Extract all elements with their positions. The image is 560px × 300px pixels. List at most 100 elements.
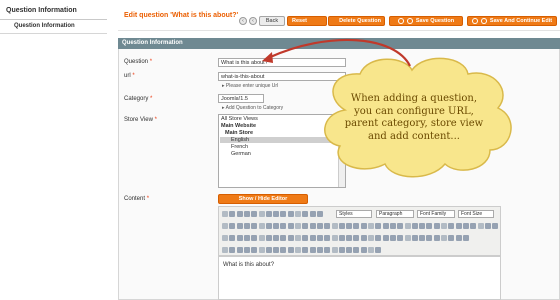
toolbar-button-icon[interactable] bbox=[280, 211, 287, 217]
toolbar-button-icon[interactable] bbox=[397, 235, 404, 241]
toolbar-button-icon[interactable] bbox=[426, 235, 433, 241]
toolbar-button-icon[interactable] bbox=[448, 235, 455, 241]
toolbar-button-icon[interactable] bbox=[375, 247, 382, 253]
toolbar-button-icon[interactable] bbox=[273, 247, 280, 253]
url-input[interactable]: what-is-this-about bbox=[218, 72, 346, 81]
toolbar-button-icon[interactable] bbox=[265, 211, 272, 217]
toolbar-button-icon[interactable] bbox=[243, 235, 250, 241]
toolbar-button-icon[interactable] bbox=[280, 223, 287, 229]
show-hide-editor-button[interactable]: Show / Hide Editor bbox=[218, 194, 308, 204]
toolbar-button-icon[interactable] bbox=[280, 235, 287, 241]
toolbar-button-icon[interactable] bbox=[309, 247, 316, 253]
toolbar-button-icon[interactable] bbox=[426, 223, 433, 229]
format-dropdown[interactable]: Paragraph bbox=[376, 210, 414, 218]
toolbar-button-icon[interactable] bbox=[280, 247, 287, 253]
toolbar-button-icon[interactable] bbox=[324, 247, 331, 253]
toolbar-button-icon[interactable] bbox=[368, 247, 374, 253]
store-view-select[interactable]: All Store Views Main Website Main Store … bbox=[218, 114, 346, 188]
toolbar-button-icon[interactable] bbox=[389, 223, 396, 229]
toolbar-button-icon[interactable] bbox=[222, 223, 228, 229]
toolbar-button-icon[interactable] bbox=[331, 235, 338, 241]
toolbar-button-icon[interactable] bbox=[448, 223, 455, 229]
toolbar-button-icon[interactable] bbox=[302, 247, 309, 253]
toolbar-button-icon[interactable] bbox=[382, 223, 389, 229]
toolbar-button-icon[interactable] bbox=[375, 223, 382, 229]
toolbar-button-icon[interactable] bbox=[346, 223, 353, 229]
toolbar-button-icon[interactable] bbox=[397, 223, 404, 229]
toolbar-button-icon[interactable] bbox=[222, 211, 228, 217]
toolbar-button-icon[interactable] bbox=[251, 223, 258, 229]
toolbar-button-icon[interactable] bbox=[273, 235, 280, 241]
toolbar-button-icon[interactable] bbox=[338, 235, 345, 241]
delete-question-button[interactable]: Delete Question bbox=[328, 16, 385, 26]
toolbar-button-icon[interactable] bbox=[455, 223, 462, 229]
toolbar-button-icon[interactable] bbox=[287, 223, 294, 229]
toolbar-button-icon[interactable] bbox=[470, 223, 477, 229]
toolbar-button-icon[interactable] bbox=[368, 223, 374, 229]
styles-dropdown[interactable]: Styles bbox=[336, 210, 372, 218]
toolbar-button-icon[interactable] bbox=[331, 247, 338, 253]
toolbar-button-icon[interactable] bbox=[368, 235, 374, 241]
toolbar-button-icon[interactable] bbox=[295, 235, 301, 241]
toolbar-button-icon[interactable] bbox=[265, 223, 272, 229]
toolbar-button-icon[interactable] bbox=[353, 247, 360, 253]
toolbar-button-icon[interactable] bbox=[295, 211, 301, 217]
toolbar-button-icon[interactable] bbox=[222, 235, 228, 241]
back-arrow-icon-2[interactable]: ‹ bbox=[249, 17, 257, 25]
toolbar-button-icon[interactable] bbox=[243, 223, 250, 229]
category-select[interactable]: Joomla!1.5 bbox=[218, 94, 264, 103]
content-editor[interactable]: What is this about? bbox=[218, 256, 501, 300]
toolbar-button-icon[interactable] bbox=[229, 211, 236, 217]
toolbar-button-icon[interactable] bbox=[455, 235, 462, 241]
toolbar-button-icon[interactable] bbox=[236, 223, 243, 229]
tab-question-information[interactable]: Question Information bbox=[0, 20, 107, 34]
toolbar-button-icon[interactable] bbox=[265, 247, 272, 253]
toolbar-button-icon[interactable] bbox=[302, 211, 309, 217]
toolbar-button-icon[interactable] bbox=[236, 211, 243, 217]
save-question-button[interactable]: Save Question bbox=[389, 16, 463, 26]
toolbar-button-icon[interactable] bbox=[411, 223, 418, 229]
store-option-selected[interactable]: English bbox=[220, 137, 339, 143]
save-continue-button[interactable]: Save And Continue Edit bbox=[467, 16, 557, 26]
toolbar-button-icon[interactable] bbox=[411, 235, 418, 241]
toolbar-button-icon[interactable] bbox=[346, 247, 353, 253]
toolbar-button-icon[interactable] bbox=[309, 235, 316, 241]
toolbar-button-icon[interactable] bbox=[360, 247, 367, 253]
back-arrow-icon[interactable]: ‹ bbox=[239, 17, 247, 25]
toolbar-button-icon[interactable] bbox=[236, 247, 243, 253]
toolbar-button-icon[interactable] bbox=[287, 211, 294, 217]
font-size-dropdown[interactable]: Font Size bbox=[458, 210, 494, 218]
toolbar-button-icon[interactable] bbox=[295, 223, 301, 229]
toolbar-button-icon[interactable] bbox=[273, 223, 280, 229]
toolbar-button-icon[interactable] bbox=[360, 235, 367, 241]
toolbar-button-icon[interactable] bbox=[389, 235, 396, 241]
toolbar-button-icon[interactable] bbox=[433, 235, 440, 241]
toolbar-button-icon[interactable] bbox=[287, 247, 294, 253]
add-category-link[interactable]: ▸ Add Question to Category bbox=[222, 105, 283, 111]
store-option[interactable]: French bbox=[231, 144, 248, 150]
toolbar-button-icon[interactable] bbox=[441, 223, 447, 229]
toolbar-button-icon[interactable] bbox=[222, 247, 228, 253]
back-button[interactable]: Back bbox=[259, 16, 285, 26]
toolbar-button-icon[interactable] bbox=[258, 247, 265, 253]
toolbar-button-icon[interactable] bbox=[295, 247, 301, 253]
toolbar-button-icon[interactable] bbox=[462, 223, 469, 229]
toolbar-button-icon[interactable] bbox=[309, 223, 316, 229]
toolbar-button-icon[interactable] bbox=[229, 247, 236, 253]
toolbar-button-icon[interactable] bbox=[265, 235, 272, 241]
toolbar-button-icon[interactable] bbox=[251, 247, 258, 253]
toolbar-button-icon[interactable] bbox=[324, 223, 331, 229]
toolbar-button-icon[interactable] bbox=[258, 223, 265, 229]
toolbar-button-icon[interactable] bbox=[243, 247, 250, 253]
toolbar-button-icon[interactable] bbox=[331, 223, 338, 229]
reset-button[interactable]: Reset bbox=[287, 16, 327, 26]
toolbar-button-icon[interactable] bbox=[324, 235, 331, 241]
toolbar-button-icon[interactable] bbox=[229, 223, 236, 229]
toolbar-button-icon[interactable] bbox=[433, 223, 440, 229]
toolbar-button-icon[interactable] bbox=[258, 211, 265, 217]
toolbar-button-icon[interactable] bbox=[229, 235, 236, 241]
toolbar-button-icon[interactable] bbox=[419, 235, 426, 241]
toolbar-button-icon[interactable] bbox=[492, 223, 499, 229]
toolbar-button-icon[interactable] bbox=[236, 235, 243, 241]
toolbar-button-icon[interactable] bbox=[316, 247, 323, 253]
